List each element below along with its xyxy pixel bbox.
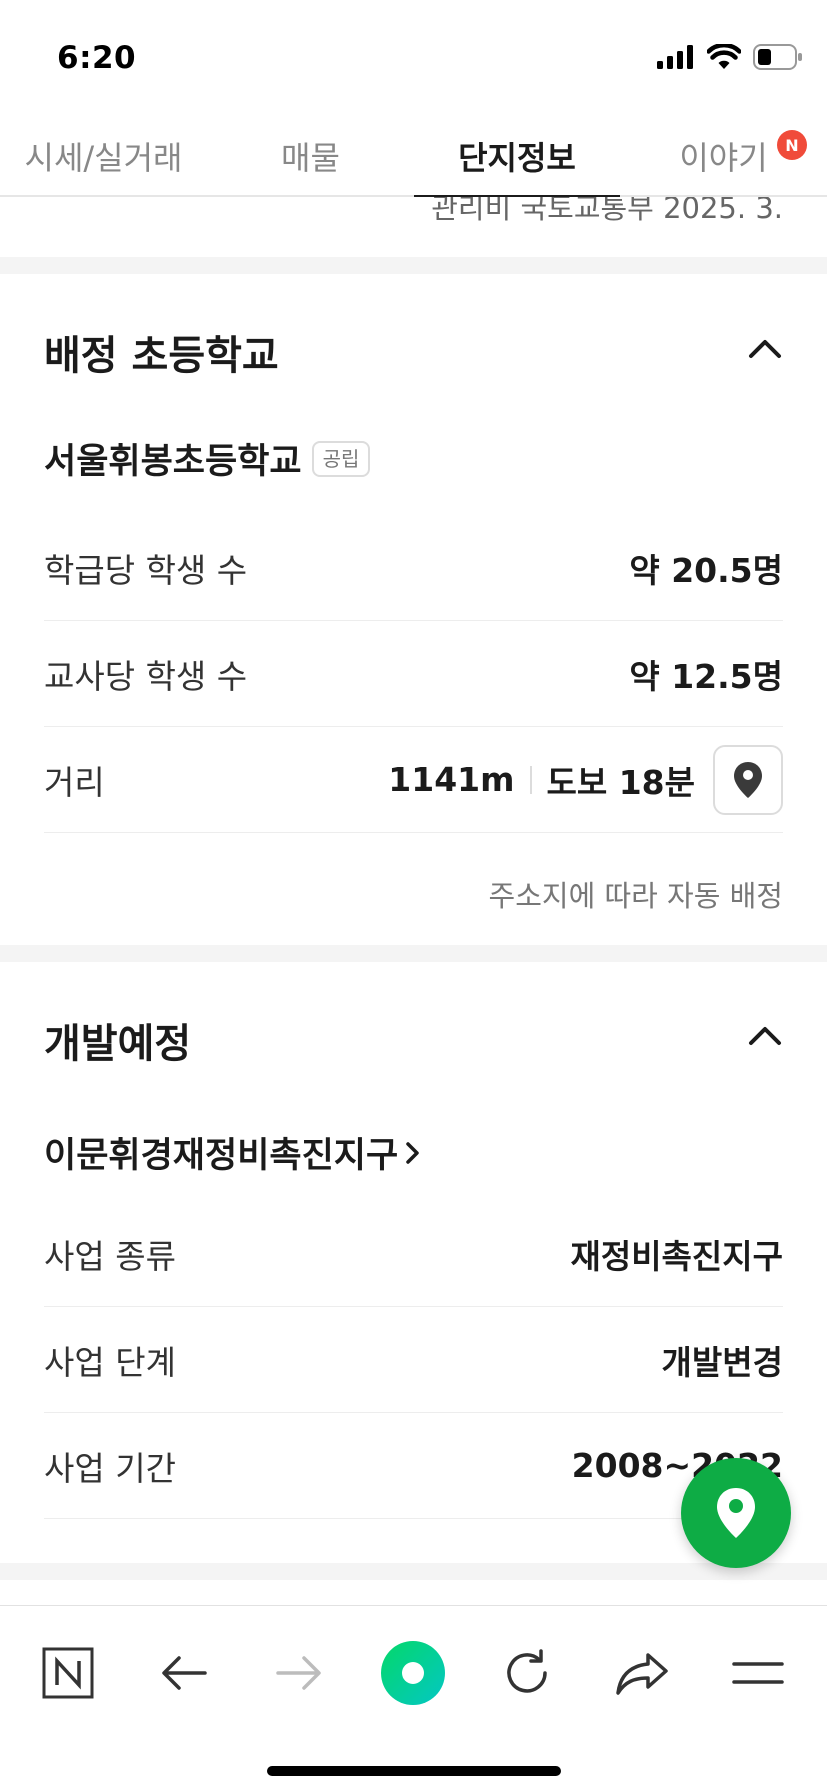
- walk-time: 도보 18분: [546, 762, 696, 802]
- share-button[interactable]: [607, 1638, 677, 1708]
- naver-n-icon: [42, 1647, 94, 1699]
- tab-bar: 시세/실거래 매물 단지정보 이야기 N: [0, 115, 827, 199]
- distance-row: 거리 1141m 도보 18분: [44, 727, 783, 833]
- row-label: 사업 단계: [44, 1342, 176, 1382]
- tab-label: 이야기: [679, 139, 768, 177]
- development-section-title: 개발예정: [44, 1021, 192, 1067]
- school-name-text: 서울휘봉초등학교: [44, 442, 302, 482]
- chevron-up-icon[interactable]: [743, 1014, 787, 1058]
- distance-meters: 1141m: [388, 760, 515, 799]
- school-map-button[interactable]: [713, 744, 783, 815]
- tab-label: 매물: [281, 139, 340, 177]
- cut-off-source-text: 관리비 국토교통부 2025. 3.: [431, 197, 783, 225]
- school-section-title: 배정 초등학교: [44, 333, 279, 379]
- row-label: 사업 종류: [44, 1236, 176, 1276]
- row-label: 학급당 학생 수: [44, 550, 248, 590]
- row-value: 약 20.5명: [629, 550, 783, 590]
- back-button[interactable]: [149, 1638, 219, 1708]
- development-project-link[interactable]: 이문휘경재정비촉진지구: [44, 1127, 424, 1178]
- row-label: 교사당 학생 수: [44, 656, 248, 696]
- forward-arrow-icon: [276, 1656, 321, 1690]
- school-name[interactable]: 서울휘봉초등학교 공립: [44, 433, 371, 484]
- tab-stories[interactable]: 이야기 N: [620, 115, 827, 197]
- cellular-signal-icon: [657, 45, 693, 69]
- school-type-tag: 공립: [311, 440, 371, 477]
- info-row: 사업 단계 개발변경: [44, 1307, 783, 1413]
- floating-map-button[interactable]: [681, 1458, 791, 1568]
- divider: [529, 765, 532, 794]
- info-row: 사업 기간 2008~2022: [44, 1413, 783, 1519]
- section-divider: [0, 257, 827, 274]
- info-row: 교사당 학생 수 약 12.5명: [44, 621, 783, 727]
- status-bar: 6:20: [0, 0, 827, 115]
- info-row: 학급당 학생 수 약 20.5명: [44, 515, 783, 621]
- share-icon: [616, 1653, 668, 1695]
- row-label: 사업 기간: [44, 1448, 176, 1488]
- section-divider: [0, 945, 827, 962]
- row-value: 재정비촉진지구: [570, 1236, 783, 1276]
- reload-icon: [507, 1649, 547, 1693]
- status-icons: [657, 44, 803, 70]
- distance-values: 1141m 도보 18분: [388, 744, 783, 815]
- home-indicator[interactable]: [267, 1766, 561, 1776]
- wifi-icon: [707, 44, 741, 69]
- map-pin-icon: [717, 1488, 755, 1538]
- row-label: 거리: [44, 762, 105, 802]
- tab-label: 시세/실거래: [24, 139, 183, 177]
- assignment-note: 주소지에 따라 자동 배정: [488, 879, 783, 913]
- tab-complex-info[interactable]: 단지정보: [414, 115, 620, 199]
- back-arrow-icon: [162, 1656, 207, 1690]
- battery-icon: [753, 44, 802, 70]
- info-row: 사업 종류 재정비촉진지구: [44, 1201, 783, 1307]
- naver-green-button[interactable]: [378, 1638, 448, 1708]
- menu-button[interactable]: [723, 1638, 793, 1708]
- chevron-right-icon: [406, 1141, 419, 1164]
- section-divider: [0, 1563, 827, 1580]
- browser-toolbar: [0, 1605, 827, 1791]
- menu-icon: [732, 1662, 784, 1684]
- naver-green-dot-icon: [381, 1641, 445, 1705]
- row-value: 개발변경: [661, 1342, 783, 1382]
- project-name: 이문휘경재정비촉진지구: [44, 1136, 399, 1176]
- naver-home-button[interactable]: [33, 1638, 103, 1708]
- forward-button[interactable]: [264, 1638, 334, 1708]
- new-badge: N: [777, 130, 807, 160]
- row-value: 약 12.5명: [629, 656, 783, 696]
- reload-button[interactable]: [492, 1638, 562, 1708]
- status-time: 6:20: [57, 40, 137, 76]
- tab-listings[interactable]: 매물: [207, 115, 414, 197]
- content-area[interactable]: 관리비 국토교통부 2025. 3. 배정 초등학교 서울휘봉초등학교 공립 학…: [0, 197, 827, 1605]
- tab-label: 단지정보: [458, 139, 576, 177]
- map-pin-icon: [734, 761, 762, 798]
- chevron-up-icon[interactable]: [743, 327, 787, 371]
- tab-price[interactable]: 시세/실거래: [0, 115, 207, 197]
